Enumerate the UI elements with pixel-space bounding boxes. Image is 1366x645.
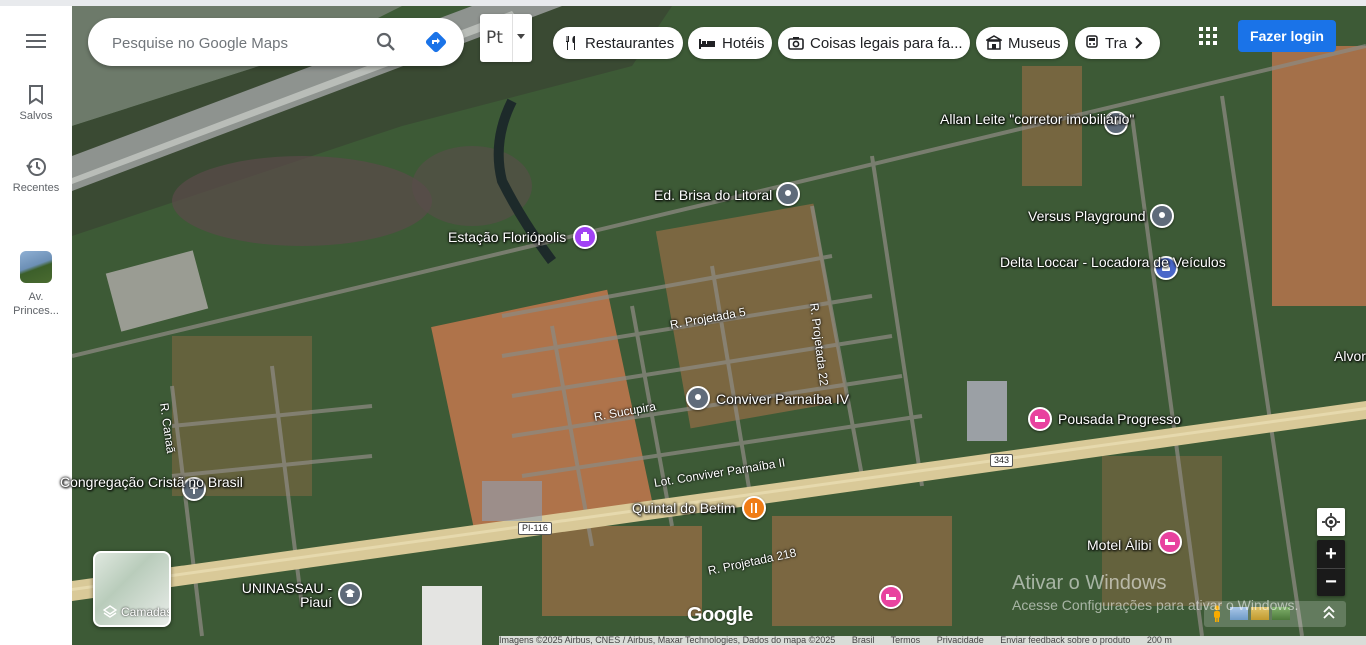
recent-place-thumbnail[interactable] bbox=[20, 251, 52, 283]
map-pin-icon bbox=[785, 190, 791, 196]
saved-button[interactable]: Salvos bbox=[0, 84, 72, 122]
attribution-bar: Imagens ©2025 Airbus, CNES / Airbus, Max… bbox=[499, 636, 1366, 645]
chip-transporte[interactable]: Tra bbox=[1075, 27, 1160, 59]
place-label-quintal[interactable]: Quintal do Betim bbox=[632, 501, 736, 515]
museum-icon bbox=[986, 35, 1002, 50]
chevron-up-icon[interactable] bbox=[1322, 605, 1336, 621]
pin-pousada[interactable] bbox=[1028, 407, 1052, 431]
chip-museus[interactable]: Museus bbox=[976, 27, 1068, 59]
feedback-link[interactable]: Enviar feedback sobre o produto bbox=[1000, 636, 1130, 645]
windows-watermark-title: Ativar o Windows bbox=[1012, 572, 1167, 594]
chip-restaurantes[interactable]: Restaurantes bbox=[553, 27, 683, 59]
hotel-bed-icon bbox=[886, 594, 896, 600]
pin-uninassau[interactable] bbox=[338, 582, 362, 606]
chevron-down-icon[interactable] bbox=[517, 34, 525, 39]
chip-label: Restaurantes bbox=[585, 34, 675, 52]
route-shield-343: 343 bbox=[990, 454, 1014, 467]
search-box bbox=[88, 18, 464, 66]
search-icon[interactable] bbox=[374, 30, 398, 54]
place-label-alvor[interactable]: Alvor bbox=[1334, 349, 1366, 363]
place-label-delta[interactable]: Delta Loccar - Locadora de Veículos bbox=[1000, 255, 1226, 269]
train-icon bbox=[1086, 35, 1098, 48]
layers-button[interactable]: Camadas bbox=[93, 551, 171, 627]
chip-hoteis[interactable]: Hotéis bbox=[688, 27, 772, 59]
history-icon bbox=[26, 158, 46, 176]
pin-brisa[interactable] bbox=[776, 182, 800, 206]
map-pin-icon bbox=[1159, 212, 1165, 218]
recents-label: Recentes bbox=[12, 182, 60, 194]
camera-icon bbox=[788, 37, 804, 50]
bed-icon bbox=[699, 39, 715, 49]
chevron-right-icon[interactable] bbox=[1134, 36, 1144, 50]
chip-label: Museus bbox=[1008, 34, 1061, 52]
route-shield-pi116: PI-116 bbox=[518, 522, 552, 535]
place-label-conviver[interactable]: Conviver Parnaíba IV bbox=[716, 392, 849, 406]
pin-estacao[interactable] bbox=[573, 225, 597, 249]
pin-quintal[interactable] bbox=[742, 496, 766, 520]
bookmark-icon bbox=[29, 85, 43, 105]
landmark-icon bbox=[581, 232, 589, 241]
scale-label[interactable]: 200 m bbox=[1147, 636, 1172, 645]
fork-knife-icon bbox=[566, 36, 575, 50]
place-label-allan[interactable]: Allan Leite "corretor imobiliário" bbox=[940, 112, 1134, 126]
language-picker[interactable]: Pt bbox=[480, 14, 532, 62]
search-input[interactable] bbox=[110, 30, 364, 56]
zoom-control: + − bbox=[1317, 540, 1345, 596]
layers-label: Camadas bbox=[121, 605, 171, 619]
chip-coisas-legais[interactable]: Coisas legais para fa... bbox=[778, 27, 970, 59]
zoom-in-button[interactable]: + bbox=[1317, 540, 1345, 569]
place-label-congregacao[interactable]: Congregação Cristã no Brasil bbox=[60, 475, 243, 489]
place-label-versus[interactable]: Versus Playground bbox=[1028, 209, 1146, 223]
saved-label: Salvos bbox=[19, 110, 53, 122]
chip-label: Coisas legais para fa... bbox=[810, 34, 963, 52]
zoom-out-button[interactable]: − bbox=[1317, 569, 1345, 596]
apps-grid-icon[interactable] bbox=[1198, 26, 1218, 46]
google-logo: Google bbox=[687, 604, 753, 626]
language-code: Pt bbox=[486, 28, 503, 48]
map-pin-icon bbox=[695, 394, 701, 400]
my-location-icon bbox=[1322, 513, 1340, 531]
restaurant-icon bbox=[751, 503, 757, 513]
language-divider bbox=[512, 14, 513, 62]
place-label-pousada[interactable]: Pousada Progresso bbox=[1058, 412, 1181, 426]
pin-hotel-unnamed[interactable] bbox=[879, 585, 903, 609]
country-link[interactable]: Brasil bbox=[852, 636, 875, 645]
recents-button[interactable]: Recentes bbox=[0, 156, 72, 194]
layers-icon bbox=[103, 605, 117, 618]
place-label-motel[interactable]: Motel Álibi bbox=[1087, 538, 1152, 552]
hotel-bed-icon bbox=[1035, 416, 1045, 422]
imagery-credit: Imagens ©2025 Airbus, CNES / Airbus, Max… bbox=[499, 636, 836, 645]
place-label-estacao[interactable]: Estação Floriópolis bbox=[448, 230, 566, 244]
login-button[interactable]: Fazer login bbox=[1238, 20, 1336, 52]
terms-link[interactable]: Termos bbox=[891, 636, 921, 645]
pin-conviver[interactable] bbox=[686, 386, 710, 410]
pin-motel[interactable] bbox=[1158, 530, 1182, 554]
left-rail: Salvos Recentes Av. Princes... bbox=[0, 6, 73, 645]
chip-label: Tra bbox=[1105, 34, 1127, 52]
windows-watermark-subtitle: Acesse Configurações para ativar o Windo… bbox=[1012, 597, 1299, 613]
hamburger-menu-icon[interactable] bbox=[22, 30, 50, 52]
place-label-uninassau[interactable]: UNINASSAU - Piauí bbox=[240, 581, 332, 609]
privacy-link[interactable]: Privacidade bbox=[937, 636, 984, 645]
directions-icon[interactable] bbox=[424, 30, 448, 54]
my-location-button[interactable] bbox=[1317, 508, 1345, 536]
pin-versus[interactable] bbox=[1150, 204, 1174, 228]
hotel-bed-icon bbox=[1165, 539, 1175, 545]
chip-label: Hotéis bbox=[722, 34, 765, 52]
school-icon bbox=[345, 589, 355, 597]
place-label-brisa[interactable]: Ed. Brisa do Litoral bbox=[654, 188, 772, 202]
recent-place-label[interactable]: Av. Princes... bbox=[6, 290, 66, 318]
